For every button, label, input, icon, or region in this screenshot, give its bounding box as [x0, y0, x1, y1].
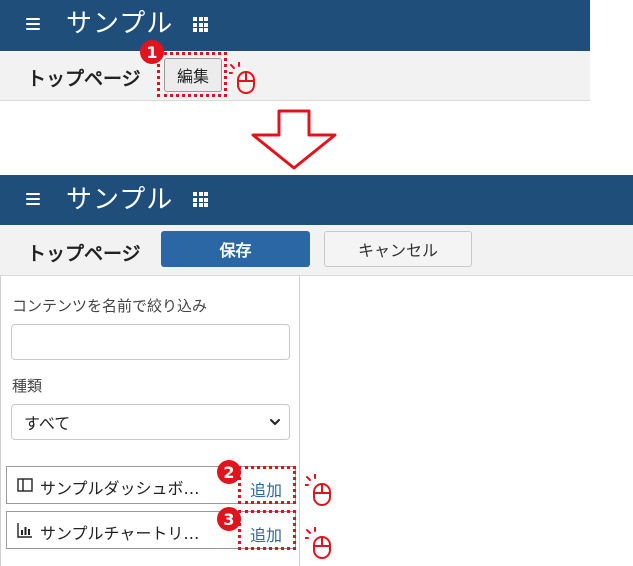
- mouse-click-icon: [305, 474, 331, 506]
- chart-icon: [17, 523, 32, 538]
- cancel-button[interactable]: キャンセル: [324, 231, 472, 267]
- add-highlight: [238, 510, 296, 550]
- page-title: トップページ: [27, 68, 141, 90]
- top-app-header: サンプル: [0, 0, 590, 51]
- step-badge-3: 3: [217, 507, 241, 531]
- down-arrow-icon: [251, 109, 337, 170]
- apps-grid-icon[interactable]: [193, 192, 208, 207]
- type-select-value: すべて: [24, 414, 71, 433]
- step-badge-1: 1: [140, 40, 164, 64]
- content-item-label: サンプルチャートリ…: [40, 524, 200, 543]
- save-button[interactable]: 保存: [161, 231, 310, 267]
- mouse-click-icon: [305, 527, 331, 559]
- step-badge-2: 2: [217, 460, 241, 484]
- apps-grid-icon[interactable]: [193, 17, 208, 32]
- menu-icon[interactable]: [26, 193, 40, 205]
- type-label: 種類: [12, 377, 43, 395]
- app-title: サンプル: [66, 185, 174, 215]
- menu-icon[interactable]: [26, 18, 40, 30]
- type-select[interactable]: すべて: [11, 404, 290, 440]
- edit-highlight: [157, 52, 227, 97]
- bottom-page-bar: トップページ: [0, 225, 633, 276]
- mouse-click-icon: [229, 62, 255, 94]
- app-title: サンプル: [66, 9, 174, 39]
- filter-label: コンテンツを名前で絞り込み: [12, 297, 208, 315]
- content-item-label: サンプルダッシュボ…: [40, 479, 200, 498]
- filter-input[interactable]: [11, 324, 290, 360]
- dashboard-icon: [17, 478, 33, 492]
- page-title: トップページ: [27, 243, 141, 265]
- top-page-bar: トップページ: [0, 51, 590, 101]
- chevron-down-icon: [270, 419, 280, 425]
- bottom-app-header: サンプル: [0, 175, 633, 225]
- add-highlight: [238, 466, 296, 504]
